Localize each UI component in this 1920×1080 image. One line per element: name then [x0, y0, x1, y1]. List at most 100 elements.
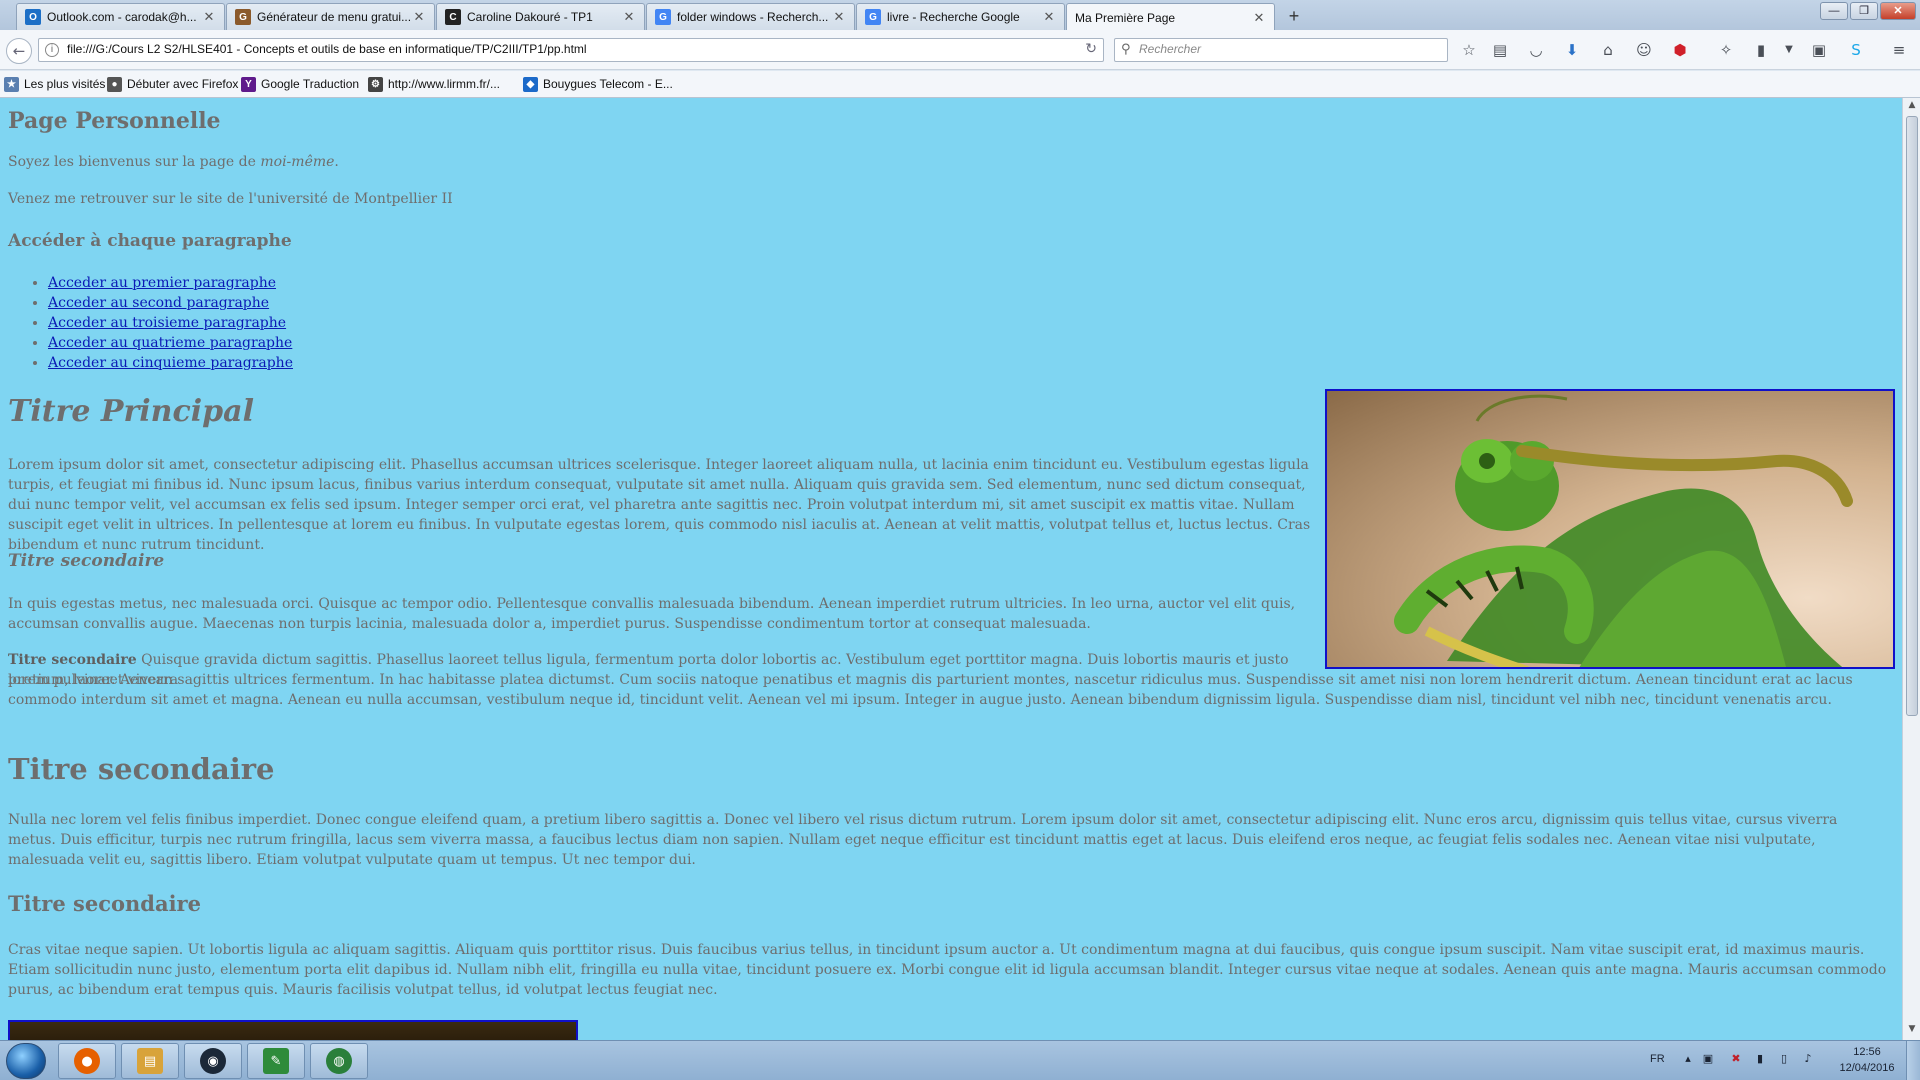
home-icon[interactable]: ⌂ [1597, 39, 1619, 61]
scroll-down-icon[interactable]: ▼ [1905, 1024, 1919, 1038]
search-input[interactable] [1139, 42, 1439, 56]
back-button[interactable]: ← [6, 38, 32, 64]
search-icon: ⚲ [1121, 42, 1131, 57]
section-title: Titre secondaire [8, 752, 275, 786]
bookmark-google-traduction[interactable]: Y Google Traduction [241, 75, 359, 93]
tab-title: Outlook.com - carodak@h... [47, 10, 197, 24]
bookmark-label: Bouygues Telecom - E... [543, 77, 673, 91]
signal-icon[interactable]: ▮ [1752, 1052, 1768, 1068]
lirmm-icon: ⚙ [368, 76, 383, 92]
network-error-icon[interactable]: ✖ [1728, 1052, 1744, 1068]
notepad-app[interactable]: ✎ [247, 1043, 305, 1079]
close-icon[interactable]: ✕ [202, 9, 216, 25]
nav-heading: Accéder à chaque paragraphe [8, 231, 292, 251]
close-icon[interactable]: ✕ [622, 9, 636, 25]
bookmark-lirmm[interactable]: ⚙ http://www.lirmm.fr/... [368, 75, 500, 93]
link-paragraph-2[interactable]: Acceder au second paragraphe [48, 295, 269, 311]
tab-ma-premiere-page[interactable]: Ma Première Page ✕ [1066, 3, 1275, 31]
bouygues-icon: ◆ [523, 76, 538, 92]
close-icon[interactable]: ✕ [1042, 9, 1056, 25]
bookmark-firefox[interactable]: ● Débuter avec Firefox [107, 75, 238, 93]
battery-icon[interactable]: ▯ [1776, 1052, 1792, 1068]
page-title: Page Personnelle [8, 108, 221, 134]
welcome-emphasis: moi-même [260, 154, 335, 170]
url-bar[interactable]: i file:///G:/Cours L2 S2/HLSE401 - Conce… [38, 38, 1104, 62]
bookmark-most-visited[interactable]: ★ Les plus visités [4, 75, 105, 93]
scroll-up-icon[interactable]: ▲ [1905, 100, 1919, 114]
tab-title: Ma Première Page [1075, 10, 1176, 25]
chevron-down-icon[interactable]: ▼ [1778, 39, 1800, 61]
info-icon[interactable]: i [45, 43, 59, 57]
downloads-icon[interactable]: ⬇ [1561, 39, 1583, 61]
paragraph-3-bold: Titre secondaire [8, 652, 137, 668]
scrollbar-thumb[interactable] [1906, 116, 1918, 716]
search-bar[interactable]: ⚲ [1114, 38, 1448, 62]
close-icon[interactable]: ✕ [832, 9, 846, 25]
vertical-scrollbar[interactable]: ▲ ▼ [1902, 98, 1920, 1040]
tab-outlook[interactable]: O Outlook.com - carodak@h... ✕ [16, 3, 225, 30]
volume-icon[interactable]: ♪ [1800, 1052, 1816, 1068]
firefox-icon: ● [74, 1048, 100, 1074]
minimize-button[interactable]: — [1820, 2, 1848, 20]
steam-app[interactable]: ◉ [184, 1043, 242, 1079]
start-button[interactable] [6, 1043, 46, 1079]
tab-title: Générateur de menu gratui... [257, 10, 412, 24]
skype-icon[interactable]: S [1845, 39, 1867, 61]
paragraph-1: Lorem ipsum dolor sit amet, consectetur … [8, 457, 1311, 553]
clock-time[interactable]: 12:56 [1832, 1046, 1902, 1058]
explorer-app[interactable]: ▤ [121, 1043, 179, 1079]
list-item: Acceder au premier paragraphe [48, 273, 293, 293]
most-visited-icon: ★ [4, 76, 19, 92]
close-icon[interactable]: ✕ [412, 9, 426, 25]
windows-taskbar: ● ▤ ◉ ✎ ◍ FR ▴ ▣ ✖ ▮ ▯ ♪ 12:56 12/04/201… [0, 1040, 1920, 1080]
tab-title: livre - Recherche Google [887, 10, 1020, 24]
browser-chrome: O Outlook.com - carodak@h... ✕ G Générat… [0, 0, 1920, 98]
tab-folder-windows[interactable]: G folder windows - Recherch... ✕ [646, 3, 855, 30]
globe-app[interactable]: ◍ [310, 1043, 368, 1079]
sidebar-icon[interactable]: ▣ [1808, 39, 1830, 61]
clipboard-icon[interactable]: ▮ [1750, 39, 1772, 61]
bookmarks-menu-icon[interactable]: ▤ [1489, 39, 1511, 61]
chat-icon[interactable]: ☺ [1633, 39, 1655, 61]
show-desktop-button[interactable] [1906, 1041, 1920, 1080]
list-item: Acceder au troisieme paragraphe [48, 313, 293, 333]
new-tab-button[interactable]: + [1282, 4, 1306, 28]
steam-icon: ◉ [200, 1048, 226, 1074]
url-text[interactable]: file:///G:/Cours L2 S2/HLSE401 - Concept… [67, 42, 587, 56]
pocket-icon[interactable]: ◡ [1525, 39, 1547, 61]
bookmarks-toolbar: ★ Les plus visités ● Débuter avec Firefo… [0, 71, 1920, 98]
section-subtitle: Titre secondaire [8, 891, 201, 916]
folder-icon: ▤ [137, 1048, 163, 1074]
link-paragraph-1[interactable]: Acceder au premier paragraphe [48, 275, 276, 291]
second-image [8, 1020, 578, 1040]
window-close-button[interactable]: ✕ [1880, 2, 1916, 20]
extension-icon[interactable]: ✧ [1715, 39, 1737, 61]
firefox-app[interactable]: ● [58, 1043, 116, 1079]
maximize-button[interactable]: ❐ [1850, 2, 1878, 20]
clock-date[interactable]: 12/04/2016 [1832, 1062, 1902, 1074]
page-viewport: Page Personnelle Soyez les bienvenus sur… [0, 98, 1902, 1040]
link-paragraph-4[interactable]: Acceder au quatrieme paragraphe [48, 335, 292, 351]
link-paragraph-3[interactable]: Acceder au troisieme paragraphe [48, 315, 286, 331]
reload-icon[interactable]: ↻ [1085, 41, 1097, 57]
tab-livre[interactable]: G livre - Recherche Google ✕ [856, 3, 1065, 30]
bookmark-bouygues[interactable]: ◆ Bouygues Telecom - E... [523, 75, 673, 93]
close-icon[interactable]: ✕ [1252, 10, 1266, 26]
adblock-icon[interactable]: ⬢ [1669, 39, 1691, 61]
bookmark-label: Google Traduction [261, 77, 360, 91]
google-icon: G [655, 9, 671, 25]
github-icon: C [445, 9, 461, 25]
paragraph-5: Cras vitae neque sapien. Ut lobortis lig… [8, 942, 1887, 998]
tray-expand-icon[interactable]: ▴ [1680, 1052, 1696, 1068]
link-paragraph-5[interactable]: Acceder au cinquieme paragraphe [48, 355, 293, 371]
tab-caroline-tp1[interactable]: C Caroline Dakouré - TP1 ✕ [436, 3, 645, 30]
menu-generator-icon: G [235, 9, 251, 25]
tray-app-icon[interactable]: ▣ [1700, 1052, 1716, 1068]
language-indicator[interactable]: FR [1650, 1053, 1665, 1065]
paragraph-4: Nulla nec lorem vel felis finibus imperd… [8, 812, 1838, 868]
main-title: Titre Principal [8, 394, 254, 429]
tab-menu-generator[interactable]: G Générateur de menu gratui... ✕ [226, 3, 435, 30]
hamburger-menu-icon[interactable]: ≡ [1888, 39, 1910, 61]
bookmark-star-icon[interactable]: ☆ [1458, 39, 1480, 61]
bookmark-label: Les plus visités [24, 77, 106, 91]
